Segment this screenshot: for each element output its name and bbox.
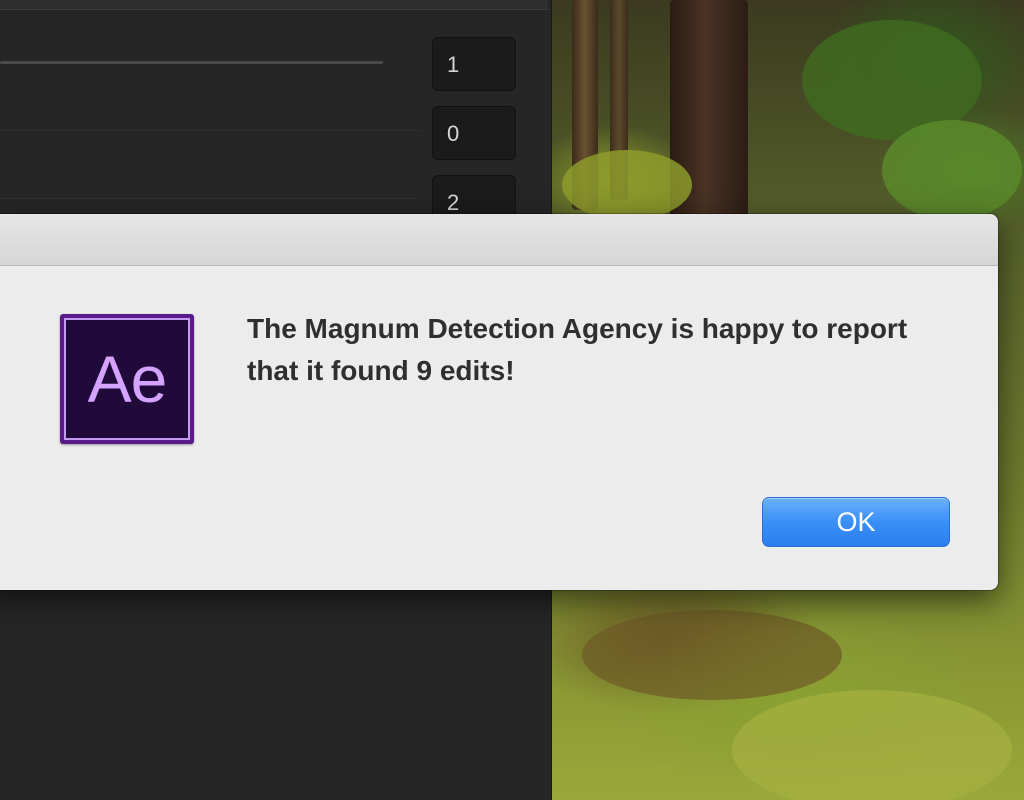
after-effects-app-icon: Ae	[60, 314, 194, 444]
foliage	[882, 120, 1022, 220]
panel-header-strip	[0, 0, 548, 10]
ground-shrubs	[582, 610, 842, 700]
panel-divider	[0, 130, 420, 131]
ok-button[interactable]: OK	[762, 497, 950, 547]
slider-track[interactable]	[0, 61, 383, 64]
alert-dialog: Ae The Magnum Detection Agency is happy …	[0, 214, 998, 590]
app-icon-label: Ae	[64, 318, 190, 440]
value-field-1[interactable]: 1	[432, 37, 516, 91]
foliage	[562, 150, 692, 220]
ground-grass	[732, 690, 1012, 800]
screen: 1 0 2 Ae The Magnum Detection Agency is …	[0, 0, 1024, 800]
value-field-2[interactable]: 0	[432, 106, 516, 160]
alert-message: The Magnum Detection Agency is happy to …	[247, 313, 908, 386]
dialog-titlebar[interactable]	[0, 214, 998, 266]
panel-divider	[0, 198, 420, 199]
